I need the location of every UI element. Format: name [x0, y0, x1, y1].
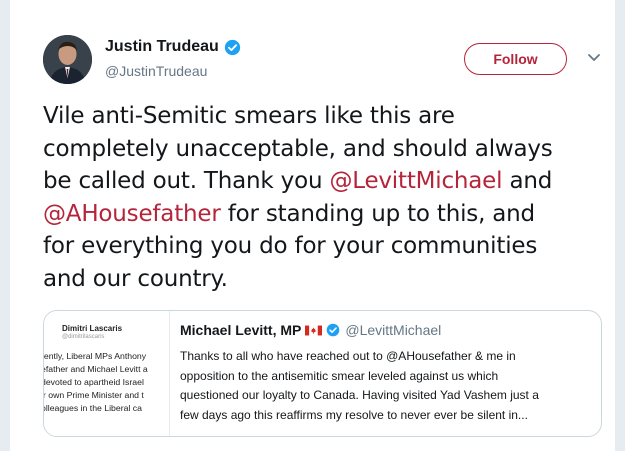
thumbnail-text: rently, Liberal MPs Anthony efather and …	[44, 350, 148, 415]
mention-link-levittmichael[interactable]: @LevittMichael	[329, 168, 502, 194]
tweet-text-line: completely unacceptable, and should alwa…	[43, 133, 608, 166]
follow-button[interactable]: Follow	[464, 43, 567, 75]
author-handle[interactable]: @JustinTrudeau	[105, 63, 207, 79]
tweet-text-line: for everything you do for your communiti…	[43, 230, 608, 263]
verified-badge-icon	[327, 323, 340, 337]
tweet-card: Justin Trudeau @JustinTrudeau Follow Vil…	[10, 0, 615, 451]
tweet-text-line: Vile anti-Semitic smears like this are	[43, 100, 608, 133]
quoted-tweet-thumbnail[interactable]: Dimitri Lascaris @dimitrilascaris rently…	[44, 311, 170, 436]
thumbnail-text-line: efather and Michael Levitt a	[44, 364, 148, 374]
thumbnail-text-line: ir own Prime Minister and t	[44, 390, 144, 400]
author-name[interactable]: Justin Trudeau	[105, 38, 219, 56]
tweet-text-segment: and	[502, 168, 553, 194]
quoted-tweet-text: Thanks to all who have reached out to @A…	[180, 347, 598, 425]
canada-flag-icon	[305, 325, 323, 335]
background-right-edge	[615, 0, 625, 451]
verified-badge-icon	[224, 39, 240, 55]
tweet-text-segment: for standing up to this, and	[220, 200, 535, 227]
thumbnail-author-handle: @dimitrilascaris	[62, 334, 105, 340]
quoted-text-line: questioned our loyalty to Canada. Having…	[180, 388, 539, 402]
tweet-text-segment: Vile anti-Semitic smears like this are	[43, 103, 455, 129]
thumbnail-text-line: rently, Liberal MPs Anthony	[44, 351, 147, 361]
quoted-author-handle: @LevittMichael	[345, 322, 442, 338]
quoted-author-row: Michael Levitt, MP @LevittMichael	[180, 322, 441, 338]
thumbnail-text-line: devoted to apartheid Israel	[44, 377, 144, 387]
quoted-author-name: Michael Levitt, MP	[180, 322, 302, 338]
tweet-text-segment: for everything you do for your communiti…	[43, 233, 538, 259]
tweet-text-line: and our country.	[43, 263, 608, 296]
tweet-text-line: be called out. Thank you @LevittMichael …	[43, 165, 608, 198]
tweet-text-line: @AHousefather for standing up to this, a…	[43, 198, 608, 231]
author-row: Justin Trudeau	[105, 38, 241, 56]
background-left-edge	[0, 0, 10, 451]
quoted-text-line: few days ago this reaffirms my resolve t…	[180, 407, 528, 422]
tweet-text-segment: completely unacceptable, and should alwa…	[43, 135, 553, 162]
quoted-text-line: Thanks to all who have reached out to @A…	[180, 349, 516, 363]
thumbnail-text-line: olleagues in the Liberal ca	[44, 403, 142, 413]
tweet-text-segment: and our country.	[43, 265, 228, 292]
mention-link-ahousefather[interactable]: @AHousefather	[43, 201, 221, 227]
quoted-text-line: opposition to the antisemitic smear leve…	[180, 368, 499, 383]
tweet-text: Vile anti-Semitic smears like this are c…	[43, 100, 608, 295]
chevron-down-icon[interactable]	[587, 53, 601, 63]
tweet-text-segment: be called out. Thank you	[43, 168, 330, 194]
quoted-tweet[interactable]: Dimitri Lascaris @dimitrilascaris rently…	[43, 310, 602, 437]
avatar[interactable]	[43, 35, 92, 84]
thumbnail-author-name: Dimitri Lascaris	[62, 324, 123, 333]
